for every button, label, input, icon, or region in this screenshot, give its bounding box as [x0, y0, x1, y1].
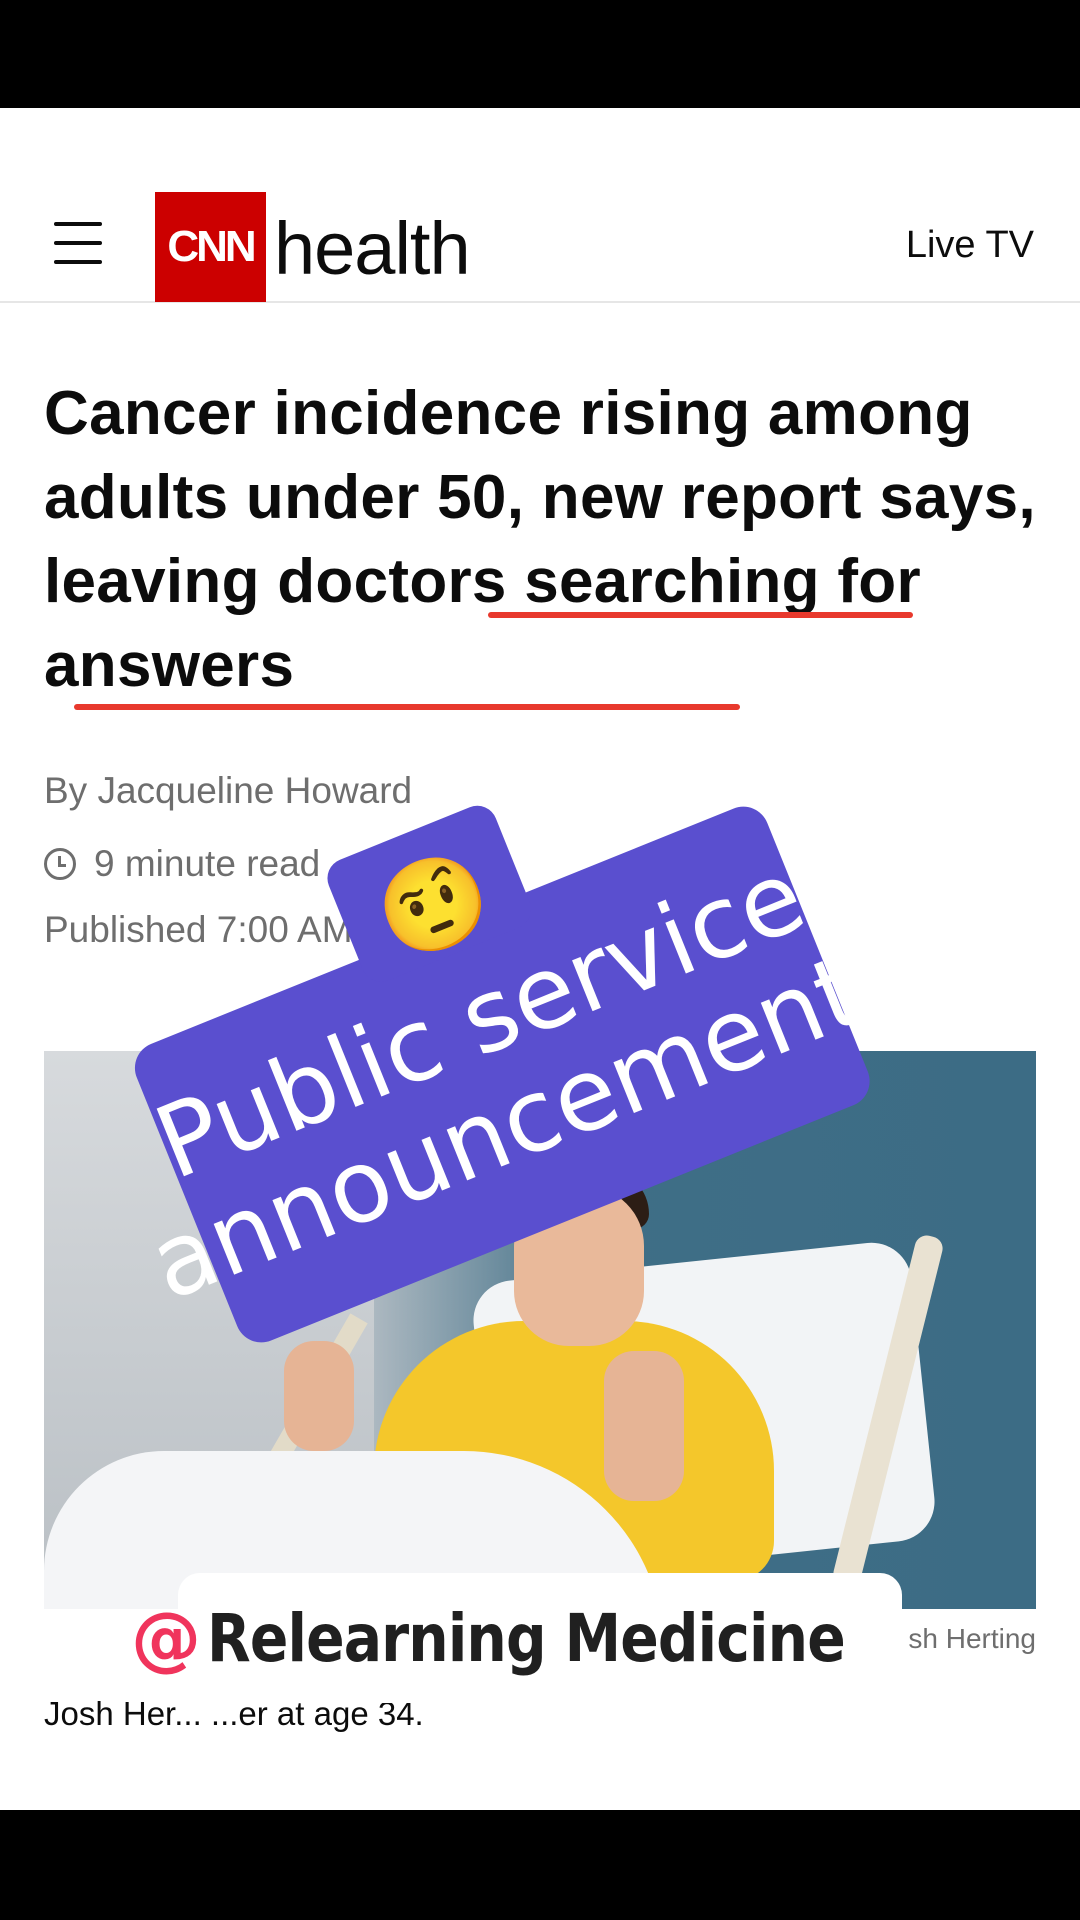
hamburger-menu-icon[interactable]: [54, 222, 102, 266]
at-sign-icon: @: [131, 1597, 202, 1679]
bottom-black-bar: [0, 1810, 1080, 1920]
published-timestamp: Published 7:00 AM E: [44, 909, 388, 950]
highlight-underline: [74, 704, 740, 710]
highlight-underline: [488, 612, 913, 618]
creator-handle-badge[interactable]: @ Relearning Medicine: [131, 1573, 902, 1703]
site-header: CNN health Live TV: [0, 108, 1080, 303]
creator-handle: Relearning Medicine: [207, 1599, 846, 1677]
photo-credit: sh Herting: [908, 1623, 1036, 1654]
read-time-label: 9 minute read: [94, 843, 321, 884]
article-headline: Cancer incidence rising among adults und…: [44, 379, 1036, 700]
clock-icon: [44, 848, 76, 880]
live-tv-link[interactable]: Live TV: [906, 224, 1034, 267]
read-time: 9 minute read: [44, 843, 320, 885]
article-page: CNN health Live TV Cancer incidence risi…: [0, 108, 1080, 1810]
article-byline[interactable]: By Jacqueline Howard: [44, 770, 412, 812]
cnn-logo[interactable]: CNN: [155, 192, 266, 302]
logo-text: CNN: [167, 222, 256, 271]
article-photo[interactable]: [44, 1051, 1036, 1609]
section-title[interactable]: health: [274, 206, 471, 291]
